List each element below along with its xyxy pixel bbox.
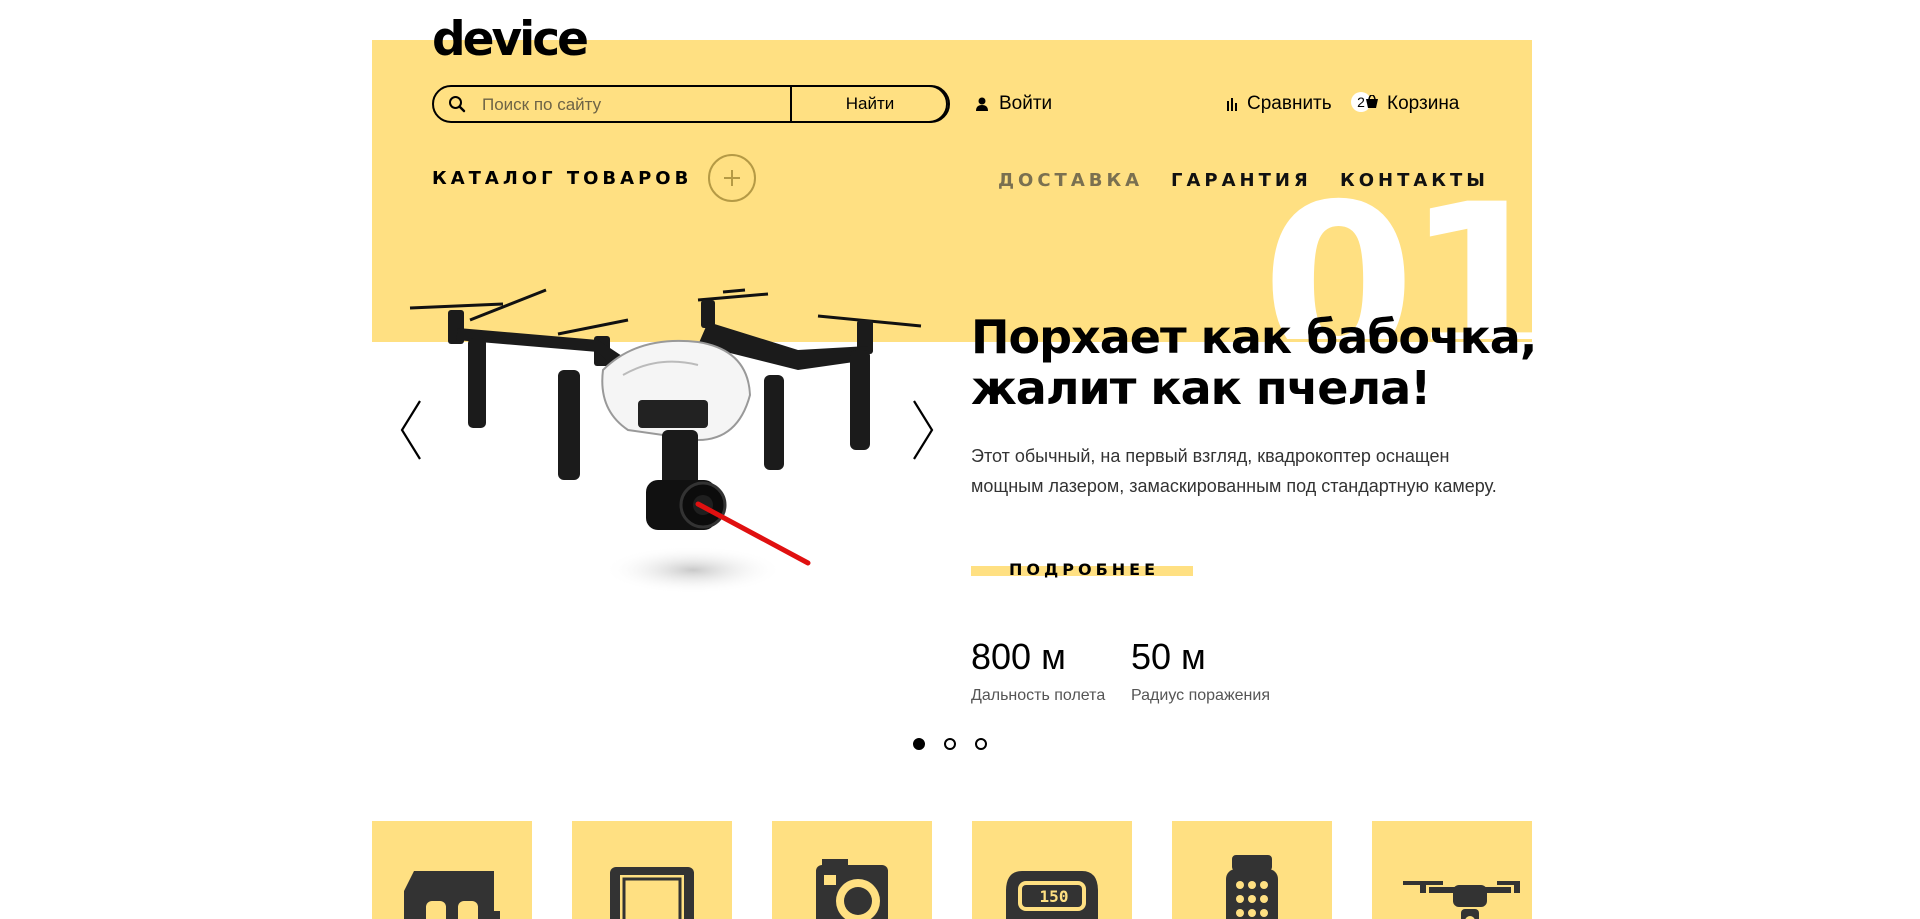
page: device Найти Войти Сравнить 2 xyxy=(0,0,1920,919)
vr-headset-icon xyxy=(404,871,500,919)
slide-headline: Порхает как бабочка, жалит как пчела! xyxy=(971,310,1537,415)
login-label: Войти xyxy=(999,93,1053,114)
headline-line-1: Порхает как бабочка, xyxy=(971,310,1537,364)
slider-pagination xyxy=(913,738,987,750)
compare-link[interactable]: Сравнить xyxy=(1227,93,1332,115)
smartwatch-icon xyxy=(1226,855,1278,919)
fitness-band-icon: 150 xyxy=(1006,871,1098,919)
login-link[interactable]: Войти xyxy=(975,93,1052,115)
nav-delivery[interactable]: ДОСТАВКА xyxy=(998,170,1143,191)
category-action-cameras[interactable] xyxy=(772,821,932,919)
fitness-band-screen: 150 xyxy=(1040,887,1069,906)
cart-label: Корзина xyxy=(1387,93,1460,114)
search-icon xyxy=(449,96,466,113)
slide-description: Этот обычный, на первый взгляд, квадроко… xyxy=(971,441,1546,501)
stat-flight-range: 800 м Дальность полета xyxy=(971,635,1105,705)
more-button[interactable]: ПОДРОБНЕЕ xyxy=(971,556,1193,586)
slider-dot-1[interactable] xyxy=(913,738,925,750)
search-input[interactable] xyxy=(480,91,804,119)
category-smartwatches[interactable] xyxy=(1172,821,1332,919)
compare-label: Сравнить xyxy=(1247,93,1332,114)
cart-badge: 2 xyxy=(1351,92,1378,115)
search-form: Найти xyxy=(432,85,950,123)
headline-line-2: жалит как пчела! xyxy=(971,361,1431,415)
cart-icon xyxy=(1366,95,1378,108)
drone-image xyxy=(409,288,922,594)
stat-value: 800 м xyxy=(971,636,1066,677)
category-drones[interactable] xyxy=(1372,821,1532,919)
category-tablets[interactable] xyxy=(572,821,732,919)
description-line-2: мощным лазером, замаскированным под стан… xyxy=(971,476,1497,496)
compare-icon xyxy=(1227,98,1237,111)
stat-damage-radius: 50 м Радиус поражения xyxy=(1131,635,1270,705)
tablet-icon xyxy=(610,867,694,919)
site-logo[interactable]: device xyxy=(432,14,589,66)
category-list: 150 xyxy=(372,821,1532,919)
plus-icon xyxy=(708,154,757,202)
action-camera-icon xyxy=(816,859,888,919)
search-button[interactable]: Найти xyxy=(790,85,950,123)
stat-caption: Радиус поражения xyxy=(1131,687,1270,704)
more-button-label: ПОДРОБНЕЕ xyxy=(1009,560,1160,579)
catalog-label: КАТАЛОГ ТОВАРОВ xyxy=(432,167,693,189)
category-fitness-bands[interactable]: 150 xyxy=(972,821,1132,919)
slider-dot-2[interactable] xyxy=(944,738,956,750)
stat-value: 50 м xyxy=(1131,636,1206,677)
slider-dot-3[interactable] xyxy=(975,738,987,750)
cart-link[interactable]: 2 Корзина xyxy=(1351,92,1460,115)
description-line-1: Этот обычный, на первый взгляд, квадроко… xyxy=(971,446,1450,466)
drone-icon xyxy=(1403,881,1520,919)
category-vr[interactable] xyxy=(372,821,532,919)
user-icon xyxy=(976,97,988,111)
catalog-menu[interactable]: КАТАЛОГ ТОВАРОВ xyxy=(432,154,757,202)
stat-caption: Дальность полета xyxy=(971,687,1106,704)
